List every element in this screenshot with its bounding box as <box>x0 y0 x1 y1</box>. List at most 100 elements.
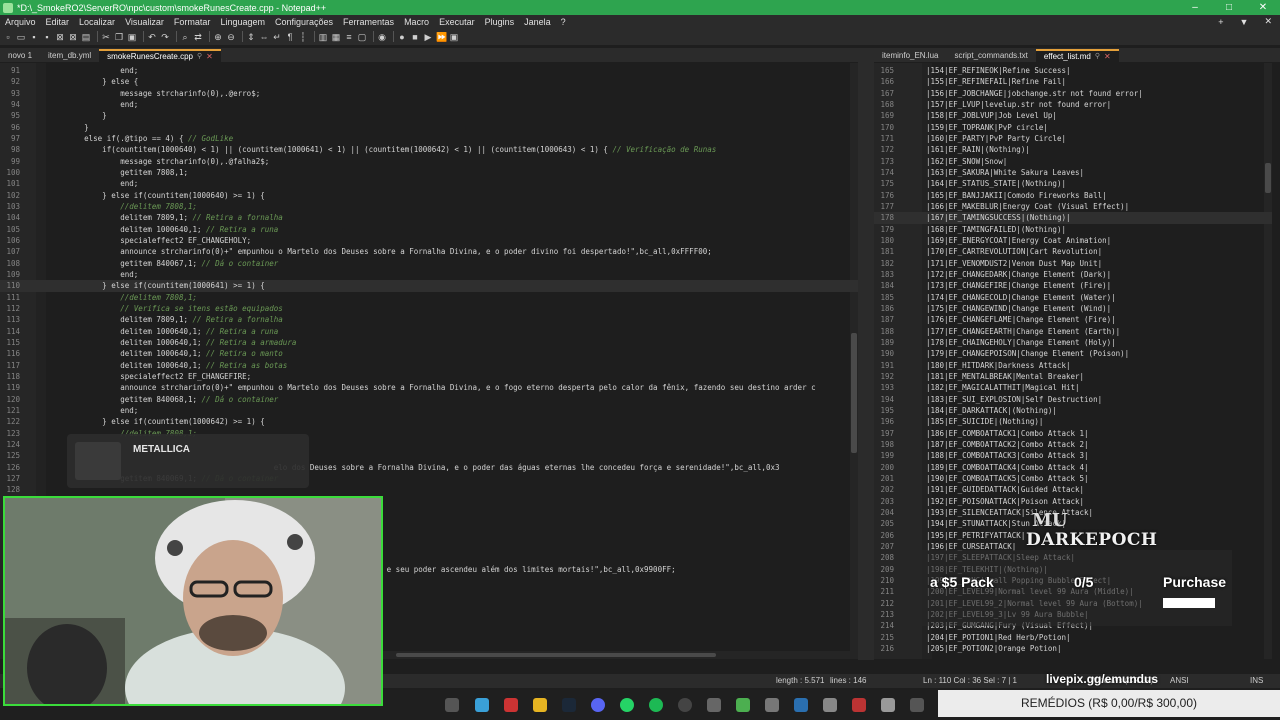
code-line[interactable]: 199 |188|EF_COMBOATTACK3|Combo Attack 3| <box>874 450 1272 461</box>
tab-iteminfo[interactable]: iteminfo_EN.lua <box>874 49 946 62</box>
sync-vertical-icon[interactable]: ⇕ <box>246 32 256 42</box>
close-tab-icon[interactable]: ✕ <box>1104 50 1111 63</box>
discord-icon[interactable] <box>591 698 605 712</box>
tab-novo-1[interactable]: novo 1 <box>0 49 40 62</box>
code-line[interactable]: 186 |175|EF_CHANGEWIND|Change Element (Wi… <box>874 303 1272 314</box>
whatsapp-icon[interactable] <box>620 698 634 712</box>
code-line[interactable]: 97 else if(.@tipo == 4) { // GodLike <box>0 133 858 144</box>
app-icon[interactable] <box>852 698 866 712</box>
code-line[interactable]: 198 |187|EF_COMBOATTACK2|Combo Attack 2| <box>874 439 1272 450</box>
scroll-thumb[interactable] <box>396 653 716 657</box>
new-tab-icon[interactable]: + <box>1210 17 1231 27</box>
status-position[interactable]: Ln : 110 Col : 36 Sel : 7 | 1 <box>923 676 1017 685</box>
code-line[interactable]: 95 } <box>0 110 858 121</box>
menu-ferramentas[interactable]: Ferramentas <box>338 17 399 27</box>
close-file-icon[interactable]: ⊠ <box>55 32 65 42</box>
task-view-icon[interactable] <box>445 698 459 712</box>
code-line[interactable]: 202 |191|EF_GUIDEDATTACK|Guided Attack| <box>874 484 1272 495</box>
widgets-icon[interactable] <box>475 698 489 712</box>
code-line[interactable]: 167 |156|EF_JOBCHANGE|jobchange.str not f… <box>874 88 1272 99</box>
run-macro-multiple-icon[interactable]: ⏩ <box>436 32 447 42</box>
code-line[interactable]: 192 |181|EF_MENTALBREAK|Mental Breaker| <box>874 371 1272 382</box>
code-line[interactable]: 119 announce strcharinfo(0)+" empunhou o… <box>0 382 858 393</box>
play-macro-icon[interactable]: ▶ <box>423 32 433 42</box>
open-file-icon[interactable]: ▭ <box>16 32 26 42</box>
code-line[interactable]: 120 getitem 840068,1; // Dá o container <box>0 394 858 405</box>
code-line[interactable]: 177 |166|EF_MAKEBLUR|Energy Coat (Visual … <box>874 201 1272 212</box>
code-line[interactable]: 183 |172|EF_CHANGEDARK|Change Element (Da… <box>874 269 1272 280</box>
code-line[interactable]: 170 |159|EF_TOPRANK|PvP circle| <box>874 122 1272 133</box>
redo-icon[interactable]: ↷ <box>160 32 170 42</box>
notepadpp-taskbar-icon[interactable] <box>736 698 750 712</box>
menu-help[interactable]: ? <box>556 17 571 27</box>
zoom-in-icon[interactable]: ⊕ <box>213 32 223 42</box>
settings-icon[interactable] <box>707 698 721 712</box>
code-line[interactable]: 99 message strcharinfo(0),.@falha2$; <box>0 156 858 167</box>
code-line[interactable]: 171 |160|EF_PARTY|PvP Party Circle| <box>874 133 1272 144</box>
menu-linguagem[interactable]: Linguagem <box>215 17 270 27</box>
code-line[interactable]: 181 |170|EF_CARTREVOLUTION|Cart Revolutio… <box>874 246 1272 257</box>
code-line[interactable]: 168 |157|EF_LVUP|levelup.str not found er… <box>874 99 1272 110</box>
close-doc-icon[interactable]: ✕ <box>1256 16 1280 27</box>
app-icon[interactable] <box>823 698 837 712</box>
code-line[interactable]: 165 |154|EF_REFINEOK|Refine Success| <box>874 65 1272 76</box>
steam-icon[interactable] <box>562 698 576 712</box>
code-line[interactable]: 166 |155|EF_REFINEFAIL|Refine Fail| <box>874 76 1272 87</box>
save-all-icon[interactable]: ▪ <box>42 32 52 42</box>
code-line[interactable]: 110 } else if(countitem(1000641) >= 1) { <box>0 280 858 292</box>
code-line[interactable]: 94 end; <box>0 99 858 110</box>
code-line[interactable]: 174 |163|EF_SAKURA|White Sakura Leaves| <box>874 167 1272 178</box>
code-line[interactable]: 106 specialeffect2 EF_CHANGEHOLY; <box>0 235 858 246</box>
print-icon[interactable]: ▤ <box>81 32 91 42</box>
folder-workspace-icon[interactable]: ▢ <box>357 32 367 42</box>
app-icon[interactable] <box>910 698 924 712</box>
code-line[interactable]: 112 // Verifica se itens estão equipados <box>0 303 858 314</box>
menu-visualizar[interactable]: Visualizar <box>120 17 169 27</box>
zoom-out-icon[interactable]: ⊖ <box>226 32 236 42</box>
save-icon[interactable]: ▪ <box>29 32 39 42</box>
menu-executar[interactable]: Executar <box>434 17 480 27</box>
replace-icon[interactable]: ⇄ <box>193 32 203 42</box>
function-list-icon[interactable]: ≡ <box>344 32 354 42</box>
menu-janela[interactable]: Janela <box>519 17 556 27</box>
status-insert-mode[interactable]: INS <box>1250 676 1263 685</box>
tab-smoke-runes-create[interactable]: smokeRunesCreate.cpp ⚲ ✕ <box>99 49 221 62</box>
pin-icon[interactable]: ⚲ <box>1095 50 1100 63</box>
spotify-icon[interactable] <box>649 698 663 712</box>
menu-macro[interactable]: Macro <box>399 17 434 27</box>
code-line[interactable]: 173 |162|EF_SNOW|Snow| <box>874 156 1272 167</box>
paste-icon[interactable]: ▣ <box>127 32 137 42</box>
file-explorer-icon[interactable] <box>533 698 547 712</box>
copy-icon[interactable]: ❐ <box>114 32 124 42</box>
code-line[interactable]: 200 |189|EF_COMBOATTACK4|Combo Attack 4| <box>874 462 1272 473</box>
code-line[interactable]: 194 |183|EF_SUI_EXPLOSION|Self Destructio… <box>874 394 1272 405</box>
code-line[interactable]: 169 |158|EF_JOBLVUP|Job Level Up| <box>874 110 1272 121</box>
code-line[interactable]: 107 announce strcharinfo(0)+" empunhou o… <box>0 246 858 257</box>
code-line[interactable]: 105 delitem 1000640,1; // Retira a runa <box>0 224 858 235</box>
tab-list-icon[interactable]: ▼ <box>1232 17 1257 27</box>
tab-script-commands[interactable]: script_commands.txt <box>946 49 1035 62</box>
maximize-button[interactable]: □ <box>1212 2 1246 13</box>
cut-icon[interactable]: ✂ <box>101 32 111 42</box>
code-line[interactable]: 98 if(countitem(1000640) < 1) || (counti… <box>0 144 858 155</box>
show-all-chars-icon[interactable]: ¶ <box>285 32 295 42</box>
code-line[interactable]: 111 //delitem 7808,1; <box>0 292 858 303</box>
code-line[interactable]: 185 |174|EF_CHANGECOLD|Change Element (Wa… <box>874 292 1272 303</box>
code-line[interactable]: 216 |205|EF_POTION2|Orange Potion| <box>874 643 1272 654</box>
code-line[interactable]: 114 delitem 1000640,1; // Retira a runa <box>0 326 858 337</box>
minimize-button[interactable]: – <box>1178 2 1212 13</box>
app-red-icon[interactable] <box>504 698 518 712</box>
code-line[interactable]: 189 |178|EF_CHAINGEHOLY|Change Element (H… <box>874 337 1272 348</box>
menu-configuracoes[interactable]: Configurações <box>270 17 338 27</box>
indent-guide-icon[interactable]: ┆ <box>298 32 308 42</box>
save-macro-icon[interactable]: ▣ <box>449 32 459 42</box>
code-line[interactable]: 91 end; <box>0 65 858 76</box>
code-line[interactable]: 121 end; <box>0 405 858 416</box>
code-line[interactable]: 93 message strcharinfo(0),.@erro$; <box>0 88 858 99</box>
tab-item-db[interactable]: item_db.yml <box>40 49 99 62</box>
menu-formatar[interactable]: Formatar <box>169 17 216 27</box>
code-line[interactable]: 187 |176|EF_CHANGEFLAME|Change Element (F… <box>874 314 1272 325</box>
menu-arquivo[interactable]: Arquivo <box>0 17 41 27</box>
code-line[interactable]: 182 |171|EF_VENOMDUST2|Venom Dust Map Uni… <box>874 258 1272 269</box>
code-line[interactable]: 196 |185|EF_SUICIDE|(Nothing)| <box>874 416 1272 427</box>
